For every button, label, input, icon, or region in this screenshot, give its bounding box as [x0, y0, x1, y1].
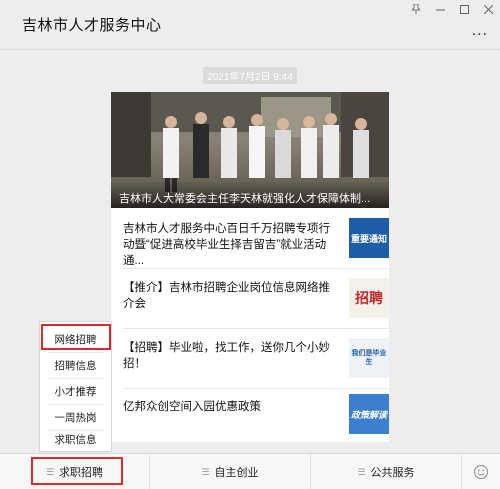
list-item-thumbnail: 重要通知 [349, 218, 389, 258]
list-item[interactable]: 亿邦众创空间入园优惠政策 政策解读 [111, 388, 389, 442]
menu-item-recruit-info[interactable]: 招聘信息 [40, 352, 111, 378]
tab-public-service[interactable]: ☰ 公共服务 [311, 454, 461, 489]
maximize-icon[interactable] [452, 0, 476, 18]
message-timestamp: 2021年7月2日 9:44 [203, 67, 297, 84]
hero-article[interactable]: 吉林市人大常委会主任李天林就强化人才保障体制... [111, 92, 389, 208]
list-item-thumbnail: 招聘 [349, 278, 389, 318]
menu-lines-icon: ☰ [357, 466, 366, 477]
more-options-icon[interactable]: ... [472, 22, 488, 40]
page-title: 吉林市人才服务中心 [22, 17, 162, 34]
emoji-keyboard-toggle[interactable] [462, 454, 500, 489]
menu-item-job-seeking-info[interactable]: 求职信息 [40, 426, 111, 452]
tab-label: 自主创业 [214, 467, 259, 479]
highlight-menu-item [41, 324, 111, 350]
menu-item-talent-recommend[interactable]: 小才推荐 [40, 378, 111, 404]
list-item-title: 亿邦众创空间入园优惠政策 [123, 401, 261, 413]
tab-label: 公共服务 [370, 467, 415, 479]
pin-icon[interactable] [404, 0, 428, 18]
close-icon[interactable] [476, 0, 500, 18]
highlight-tab [31, 457, 123, 485]
window-controls [404, 0, 500, 18]
emoji-icon [474, 465, 488, 479]
list-item-title: 吉林市人才服务中心百日千万招聘专项行动暨“促进高校毕业生择吉留吉”就业活动通..… [123, 223, 330, 267]
list-item[interactable]: 吉林市人才服务中心百日千万招聘专项行动暨“促进高校毕业生择吉留吉”就业活动通..… [111, 208, 389, 268]
list-item-thumbnail: 我们是毕业生 [349, 338, 389, 378]
hero-caption: 吉林市人大常委会主任李天林就强化人才保障体制... [111, 182, 389, 208]
tab-self-employment[interactable]: ☰ 自主创业 [150, 454, 310, 489]
minimize-icon[interactable] [428, 0, 452, 18]
article-card: 吉林市人大常委会主任李天林就强化人才保障体制... 吉林市人才服务中心百日千万招… [111, 92, 389, 442]
list-item-title: 【招聘】毕业啦，找工作，送你几个小妙招！ [123, 342, 330, 370]
list-item[interactable]: 【招聘】毕业啦，找工作，送你几个小妙招！ 我们是毕业生 [111, 328, 389, 388]
list-item-title: 【推介】吉林市招聘企业岗位信息网络推介会 [123, 282, 330, 310]
list-item[interactable]: 【推介】吉林市招聘企业岗位信息网络推介会 招聘 [111, 268, 389, 328]
list-item-thumbnail: 政策解读 [349, 394, 389, 434]
menu-lines-icon: ☰ [201, 466, 210, 477]
